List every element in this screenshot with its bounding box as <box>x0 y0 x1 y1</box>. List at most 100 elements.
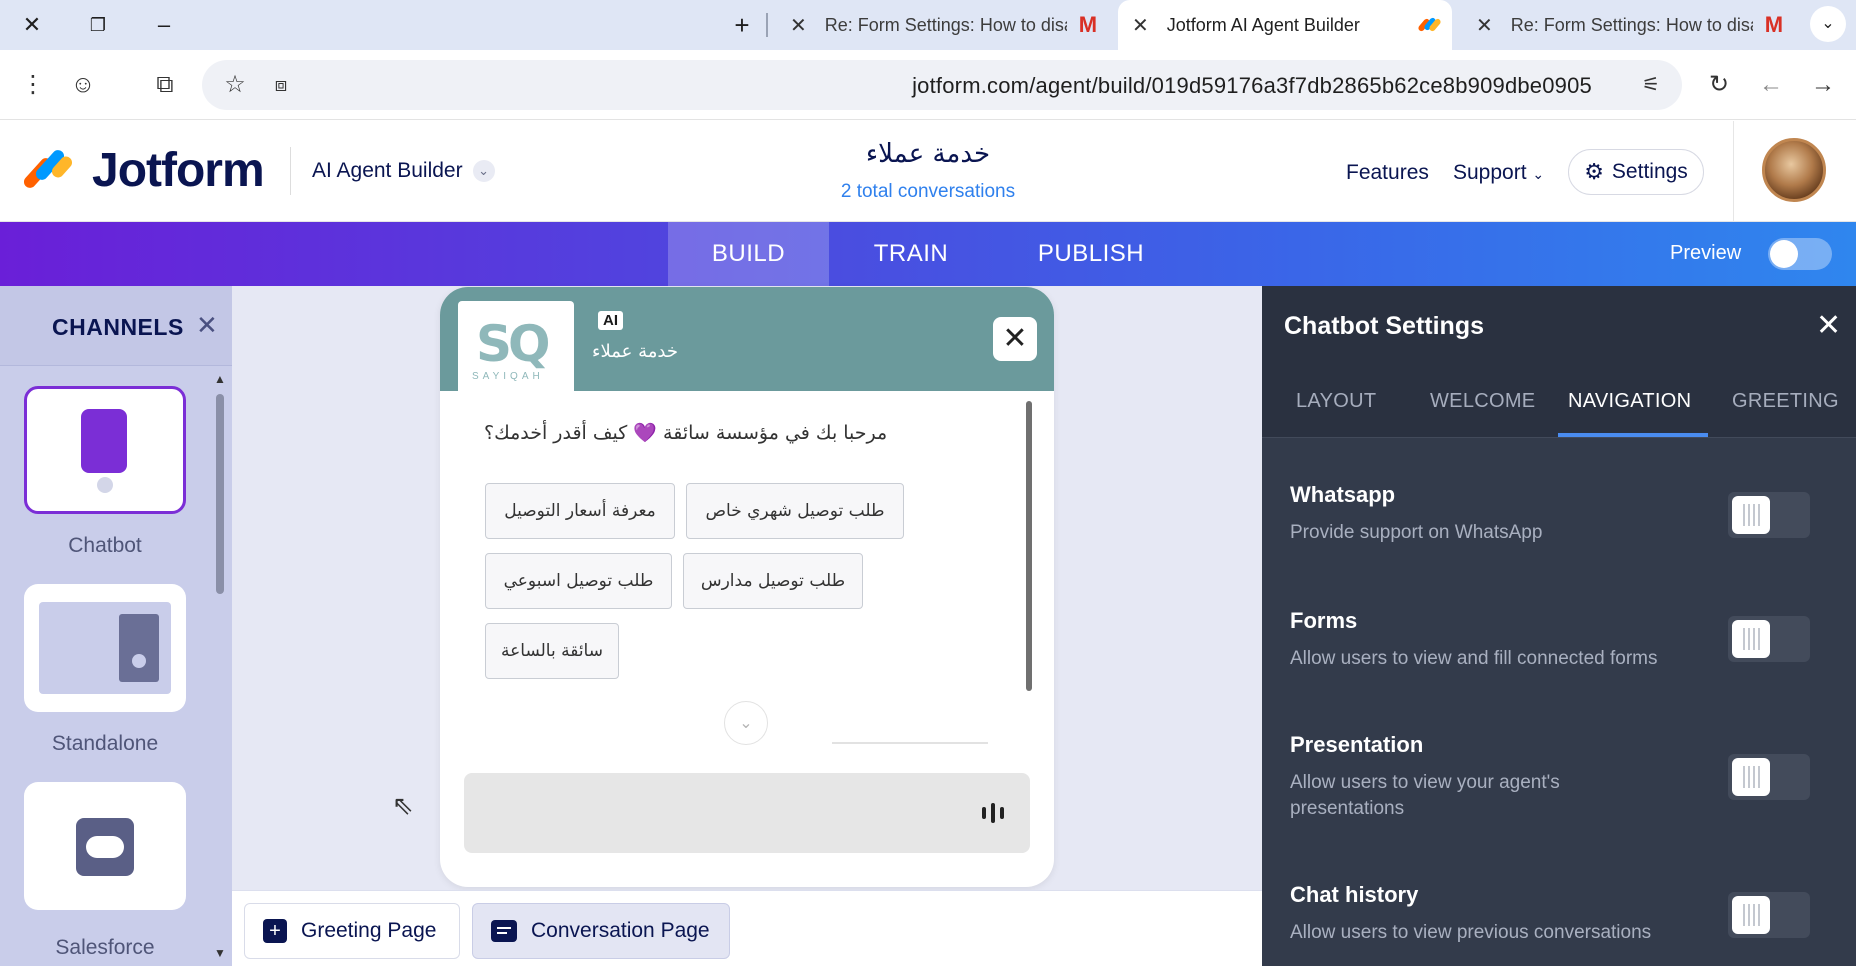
browser-toolbar: ⋮ ☺ ⧉ ☆ ⧈ jotform.com/agent/build/019d59… <box>0 50 1856 120</box>
scroll-thumb[interactable] <box>216 394 224 594</box>
conversation-page-button[interactable]: Conversation Page <box>472 903 730 959</box>
forward-arrow-icon[interactable]: → <box>1806 68 1840 102</box>
channels-sidebar: CHANNELS ✕ Chatbot Standalone Salesforce… <box>0 286 232 966</box>
jotform-icon <box>1416 15 1442 35</box>
mouse-cursor-icon: ⇖ <box>392 790 414 820</box>
gear-icon: ⚙ <box>1584 159 1604 184</box>
option-desc-presentation: Allow users to view your agent's present… <box>1290 772 1560 819</box>
window-restore-icon[interactable]: ❐ <box>80 8 116 42</box>
browser-tab-3[interactable]: ✕ Re: Form Settings: How to disal <box>1462 0 1802 50</box>
tab-publish[interactable]: PUBLISH <box>993 222 1189 286</box>
tab-greeting[interactable]: GREETING <box>1732 390 1839 413</box>
chat-input[interactable] <box>464 773 1030 853</box>
browser-tab-1[interactable]: ✕ Re: Form Settings: How to disal <box>776 0 1116 50</box>
quick-reply-button[interactable]: طلب توصيل مدارس <box>683 553 863 609</box>
chat-scrollbar[interactable] <box>1026 401 1032 691</box>
support-label: Support <box>1453 161 1527 184</box>
tab-train[interactable]: TRAIN <box>829 222 993 286</box>
app-header: Jotform AI Agent Builder ⌄ خدمة عملاء 2 … <box>0 121 1856 222</box>
presentation-toggle[interactable] <box>1728 754 1810 800</box>
chat-header: SQ SAYIQAH AI خدمة عملاء ✕ <box>440 287 1054 391</box>
channel-label-standalone: Standalone <box>51 732 159 755</box>
url-text[interactable]: jotform.com/agent/build/019d59176a3f7db2… <box>912 73 1592 99</box>
site-app-icon[interactable]: ⧈ <box>264 68 298 102</box>
preview-label: Preview <box>1670 242 1742 264</box>
product-switcher[interactable]: AI Agent Builder ⌄ <box>312 159 495 183</box>
reload-icon[interactable]: ↻ <box>1702 68 1736 102</box>
bookmark-star-icon[interactable]: ☆ <box>218 68 252 102</box>
new-tab-icon[interactable]: + <box>724 8 760 42</box>
quick-reply-button[interactable]: سائقة بالساعة <box>485 623 619 679</box>
browser-tab-2[interactable]: ✕ Jotform AI Agent Builder <box>1118 0 1452 50</box>
chevron-down-icon[interactable]: ⌄ <box>724 701 768 745</box>
whatsapp-toggle[interactable] <box>1728 492 1810 538</box>
voice-icon[interactable] <box>982 803 1004 823</box>
greeting-page-label: Greeting Page <box>301 919 437 942</box>
quick-reply-button[interactable]: طلب توصيل اسبوعي <box>485 553 672 609</box>
greeting-page-button[interactable]: + Greeting Page <box>244 903 460 959</box>
tab-separator <box>766 13 768 37</box>
logo-wordmark: SAYIQAH <box>472 371 544 382</box>
agent-name[interactable]: خدمة عملاء <box>780 139 1076 169</box>
features-link[interactable]: Features <box>1346 161 1429 185</box>
tab-close-icon[interactable]: ✕ <box>790 13 807 38</box>
settings-panel-title: Chatbot Settings <box>1284 312 1484 340</box>
option-title-whatsapp: Whatsapp <box>1290 482 1396 507</box>
tab-close-icon[interactable]: ✕ <box>1476 13 1493 38</box>
jotform-logo-icon[interactable] <box>21 143 75 191</box>
divider <box>832 742 988 744</box>
channel-card-chatbot[interactable] <box>24 386 186 514</box>
option-title-chat-history: Chat history <box>1290 882 1419 907</box>
channel-label-salesforce: Salesforce <box>55 936 155 959</box>
chat-history-toggle[interactable] <box>1728 892 1810 938</box>
address-bar[interactable]: ☆ ⧈ jotform.com/agent/build/019d59176a3f… <box>202 60 1682 110</box>
sq-logo-icon: SQ <box>476 315 550 373</box>
forms-toggle[interactable] <box>1728 616 1810 662</box>
window-minimize-icon[interactable]: – <box>146 8 182 42</box>
extension-avatar-icon[interactable]: ☺ <box>66 68 100 102</box>
builder-nav-bar: BUILD TRAIN PUBLISH Preview <box>0 222 1856 286</box>
channel-card-salesforce[interactable] <box>24 782 186 910</box>
tab-layout[interactable]: LAYOUT <box>1296 390 1376 413</box>
close-icon[interactable]: ✕ <box>1816 308 1841 343</box>
tab-navigation[interactable]: NAVIGATION <box>1568 390 1691 413</box>
tab-build[interactable]: BUILD <box>668 222 829 286</box>
chatbot-phone-icon <box>81 409 127 473</box>
tab-close-icon[interactable]: ✕ <box>1132 13 1149 38</box>
scroll-up-icon[interactable]: ▲ <box>214 372 226 386</box>
site-settings-icon[interactable]: ⚟ <box>1634 68 1668 102</box>
scroll-down-icon[interactable]: ▼ <box>214 946 226 960</box>
support-menu[interactable]: Support ⌄ <box>1453 161 1544 185</box>
close-icon[interactable]: ✕ <box>993 317 1037 361</box>
agent-logo: SQ SAYIQAH <box>458 301 574 391</box>
channel-card-standalone[interactable] <box>24 584 186 712</box>
preview-toggle[interactable] <box>1768 238 1832 270</box>
chevron-down-icon: ⌄ <box>1532 166 1545 182</box>
option-title-forms: Forms <box>1290 608 1358 633</box>
toggle-knob <box>1732 496 1770 534</box>
back-arrow-icon[interactable]: ← <box>1754 68 1788 102</box>
quick-reply-button[interactable]: طلب توصيل شهري خاص <box>686 483 904 539</box>
chatbot-widget: SQ SAYIQAH AI خدمة عملاء ✕ مرحبا بك في م… <box>440 287 1054 887</box>
channels-header: CHANNELS ✕ <box>0 286 232 366</box>
channels-title: CHANNELS <box>52 314 184 340</box>
user-avatar[interactable] <box>1762 138 1826 202</box>
window-close-icon[interactable]: ✕ <box>14 8 50 42</box>
settings-label: Settings <box>1611 160 1688 183</box>
menu-dots-icon[interactable]: ⋮ <box>16 68 50 102</box>
chat-bubble-icon <box>491 920 517 942</box>
standalone-page-icon <box>39 602 171 694</box>
quick-reply-button[interactable]: معرفة أسعار التوصيل <box>485 483 675 539</box>
close-icon[interactable]: ✕ <box>196 310 218 341</box>
conversation-count-link[interactable]: 2 total conversations <box>780 181 1076 203</box>
tab-welcome[interactable]: WELCOME <box>1430 390 1535 413</box>
toggle-knob <box>1732 758 1770 796</box>
settings-button[interactable]: ⚙ Settings <box>1568 149 1704 195</box>
channels-scrollbar[interactable]: ▲ ▼ <box>212 372 228 962</box>
extensions-puzzle-icon[interactable]: ⧉ <box>148 68 182 102</box>
option-desc-chat-history: Allow users to view previous conversatio… <box>1290 922 1652 943</box>
conversation-page-label: Conversation Page <box>531 919 710 942</box>
brand-name[interactable]: Jotform <box>92 143 265 198</box>
settings-panel-header: Chatbot Settings ✕ <box>1262 286 1856 366</box>
tab-search-chevron-icon[interactable]: ⌄ <box>1810 6 1846 42</box>
